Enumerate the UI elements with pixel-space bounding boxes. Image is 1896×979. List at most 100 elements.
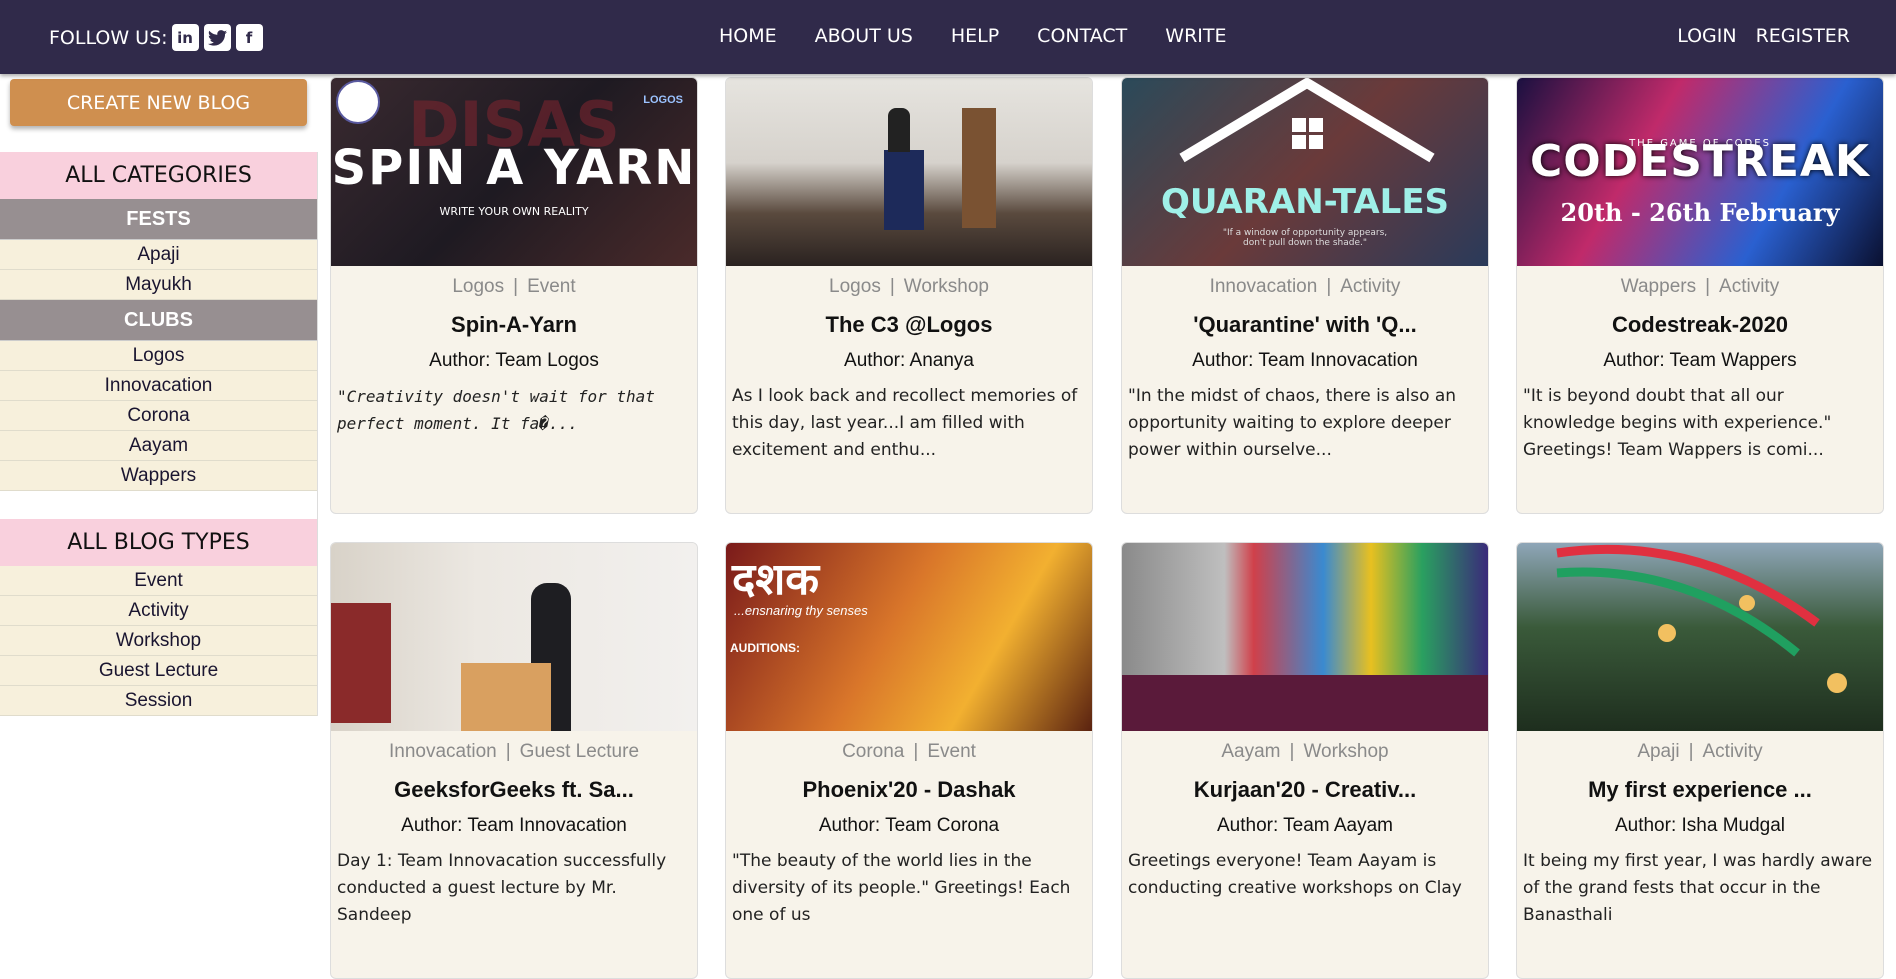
categories-title: ALL CATEGORIES	[0, 152, 317, 199]
podium-shape	[461, 663, 551, 731]
main-nav: HOME ABOUT US HELP CONTACT WRITE	[719, 25, 1226, 47]
sidebar-item-apaji[interactable]: Apaji	[0, 240, 317, 270]
nav-help[interactable]: HELP	[951, 25, 999, 47]
nav-home[interactable]: HOME	[719, 25, 777, 47]
blog-card[interactable]: DISAS SPIN A YARN WRITE YOUR OWN REALITY…	[330, 77, 698, 514]
blog-card[interactable]: Innovacation | Guest Lecture GeeksforGeeks…	[330, 542, 698, 979]
blog-card-image[interactable]: CODESTREAK THE GAME OF CODES 20th - 26th…	[1517, 78, 1883, 266]
blog-card-author: Author: Team Logos	[429, 350, 599, 371]
festive-lights-icon	[1556, 544, 1847, 693]
register-link[interactable]: REGISTER	[1756, 25, 1850, 47]
type-tag[interactable]: Activity	[1703, 741, 1763, 762]
blog-card-tags: Corona | Event	[842, 741, 976, 762]
nav-contact[interactable]: CONTACT	[1037, 25, 1127, 47]
blog-card-image[interactable]: दशक ...ensnaring thy senses AUDITIONS:	[726, 543, 1092, 731]
blog-card-tags: Innovacation | Activity	[1209, 276, 1401, 297]
blog-card-tags: Logos | Workshop	[829, 276, 989, 297]
blog-card[interactable]: QUARAN-TALES "If a window of opportunity…	[1121, 77, 1489, 514]
blog-card-title[interactable]: Spin-A-Yarn	[331, 312, 697, 338]
blog-card-title[interactable]: My first experience ...	[1517, 777, 1883, 803]
blog-card-image[interactable]	[726, 78, 1092, 266]
blog-card-author: Author: Team Innovacation	[1192, 350, 1418, 371]
club-tag[interactable]: Innovacation	[389, 741, 497, 762]
type-tag[interactable]: Workshop	[1303, 741, 1388, 762]
blog-card[interactable]: Logos | Workshop The C3 @Logos Author: Ana…	[725, 77, 1093, 514]
blog-card-tags: Logos | Event	[452, 276, 576, 297]
blog-types-title: ALL BLOG TYPES	[0, 519, 317, 566]
blog-card-image[interactable]: DISAS SPIN A YARN WRITE YOUR OWN REALITY…	[331, 78, 697, 266]
login-link[interactable]: LOGIN	[1677, 25, 1736, 47]
type-tag[interactable]: Event	[927, 741, 976, 762]
blog-card-title[interactable]: Codestreak-2020	[1517, 312, 1883, 338]
sidebar-item-corona[interactable]: Corona	[0, 401, 317, 431]
sidebar-item-session[interactable]: Session	[0, 686, 317, 716]
categories-panel: ALL CATEGORIES FESTS Apaji Mayukh CLUBS …	[0, 152, 318, 716]
blog-card-title[interactable]: The C3 @Logos	[726, 312, 1092, 338]
blog-card-image[interactable]	[1517, 543, 1883, 731]
blog-card-excerpt: As I look back and recollect memories of…	[732, 386, 1078, 460]
blog-card-author: Author: Isha Mudgal	[1614, 815, 1786, 836]
house-roof-icon	[1179, 78, 1435, 163]
sidebar-item-wappers[interactable]: Wappers	[0, 461, 317, 491]
follow-us-label: FOLLOW US:	[49, 26, 168, 49]
nav-write[interactable]: WRITE	[1165, 25, 1226, 47]
linkedin-icon[interactable]: in	[171, 24, 199, 51]
club-tag[interactable]: Apaji	[1637, 741, 1679, 762]
sidebar-item-innovacation[interactable]: Innovacation	[0, 371, 317, 401]
club-tag[interactable]: Innovacation	[1210, 276, 1318, 297]
blog-card-excerpt: "In the midst of chaos, there is also an…	[1128, 386, 1457, 460]
sidebar-item-logos[interactable]: Logos	[0, 341, 317, 371]
type-tag[interactable]: Activity	[1719, 276, 1779, 297]
club-tag[interactable]: Logos	[452, 276, 504, 297]
blog-card-tags: Innovacation | Guest Lecture	[388, 741, 640, 762]
blog-card-tags: Wappers | Activity	[1620, 276, 1780, 297]
type-tag[interactable]: Activity	[1340, 276, 1400, 297]
blog-card[interactable]: Apaji | Activity My first experience ... A…	[1516, 542, 1884, 979]
logos-logo-text: LOGOS	[643, 94, 683, 106]
type-tag[interactable]: Event	[527, 276, 576, 297]
nav-about-us[interactable]: ABOUT US	[815, 25, 913, 47]
club-tag[interactable]: Wappers	[1621, 276, 1696, 297]
blog-card-excerpt: Greetings everyone! Team Aayam is conduc…	[1128, 851, 1462, 898]
twitter-icon[interactable]	[203, 24, 231, 51]
type-tag[interactable]: Guest Lecture	[520, 741, 639, 762]
blog-card-title[interactable]: GeeksforGeeks ft. Sa...	[331, 777, 697, 803]
audience-shape	[331, 603, 391, 723]
fests-header[interactable]: FESTS	[0, 199, 317, 240]
facebook-icon[interactable]: f	[235, 24, 263, 51]
workshop-banner-strip	[1122, 675, 1488, 731]
sidebar-item-workshop[interactable]: Workshop	[0, 626, 317, 656]
blog-card-image[interactable]	[331, 543, 697, 731]
follow-us: FOLLOW US: in f	[49, 24, 263, 51]
blog-card-tags: Apaji | Activity	[1637, 741, 1763, 762]
club-tag[interactable]: Corona	[842, 741, 904, 762]
blog-card[interactable]: CODESTREAK THE GAME OF CODES 20th - 26th…	[1516, 77, 1884, 514]
blog-card-title[interactable]: 'Quarantine' with 'Q...	[1122, 312, 1488, 338]
sidebar-item-mayukh[interactable]: Mayukh	[0, 270, 317, 300]
blog-card-excerpt: "Creativity doesn't wait for that perfec…	[337, 387, 655, 433]
blog-card-author: Author: Team Aayam	[1216, 815, 1394, 836]
blog-card-title[interactable]: Kurjaan'20 - Creativ...	[1122, 777, 1488, 803]
door-shape	[962, 108, 996, 228]
blog-card-title[interactable]: Phoenix'20 - Dashak	[726, 777, 1092, 803]
blog-card[interactable]: Aayam | Workshop Kurjaan'20 - Creativ... A…	[1121, 542, 1489, 979]
sidebar-item-activity[interactable]: Activity	[0, 596, 317, 626]
sidebar-item-guest-lecture[interactable]: Guest Lecture	[0, 656, 317, 686]
top-navbar: FOLLOW US: in f HOME ABOUT US HELP CONTA…	[0, 0, 1896, 74]
sidebar-item-event[interactable]: Event	[0, 566, 317, 596]
blog-card-author: Author: Team Wappers	[1603, 350, 1797, 371]
type-tag[interactable]: Workshop	[904, 276, 989, 297]
blog-card-image[interactable]	[1122, 543, 1488, 731]
auth-links: LOGIN REGISTER	[1677, 25, 1850, 47]
podium-shape	[884, 150, 924, 230]
blog-card[interactable]: दशक ...ensnaring thy senses AUDITIONS: C…	[725, 542, 1093, 979]
sidebar-spacer	[0, 491, 317, 519]
create-blog-button[interactable]: CREATE NEW BLOG	[10, 79, 307, 126]
club-tag[interactable]: Logos	[829, 276, 881, 297]
clubs-header[interactable]: CLUBS	[0, 300, 317, 341]
blog-card-excerpt: "It is beyond doubt that all our knowled…	[1523, 386, 1832, 460]
blog-card-image[interactable]: QUARAN-TALES "If a window of opportunity…	[1122, 78, 1488, 266]
blog-card-author: Author: Team Innovacation	[401, 815, 627, 836]
club-tag[interactable]: Aayam	[1221, 741, 1280, 762]
sidebar-item-aayam[interactable]: Aayam	[0, 431, 317, 461]
